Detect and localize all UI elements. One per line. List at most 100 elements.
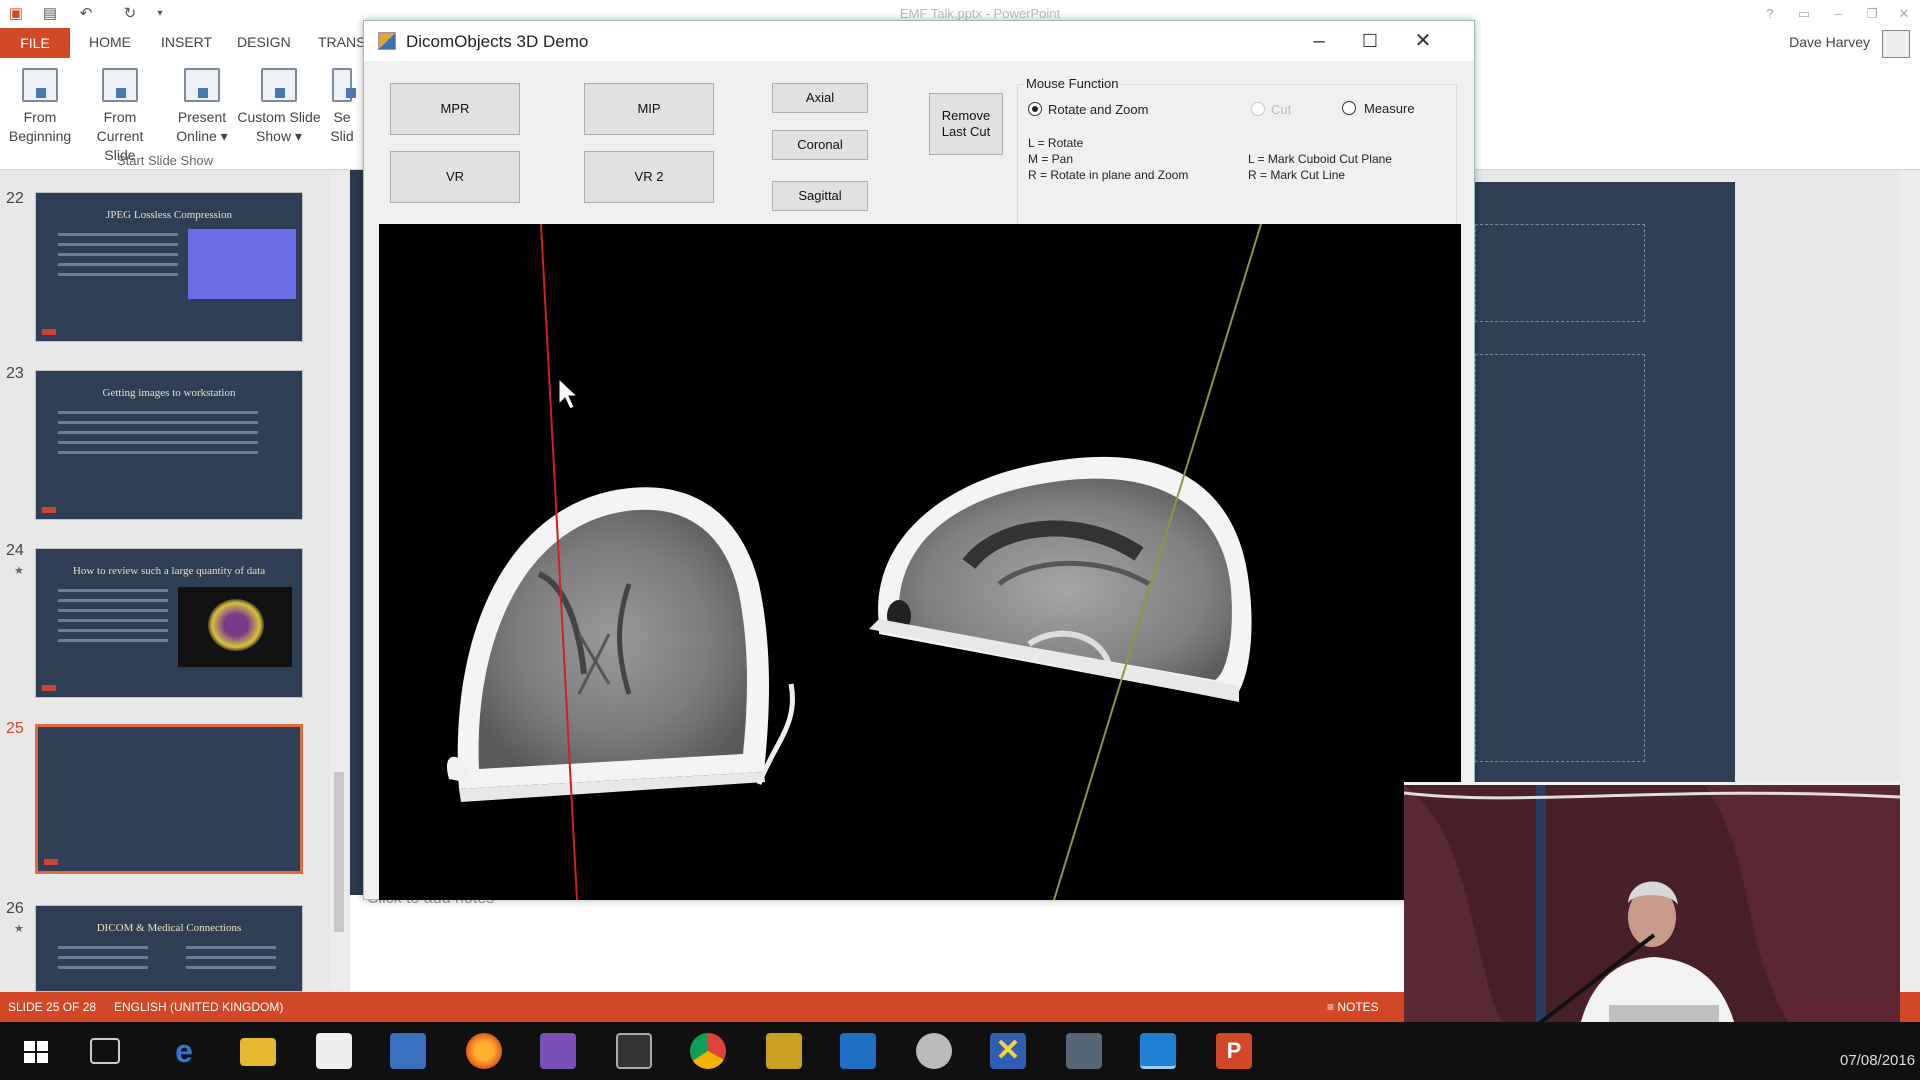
terminal-icon[interactable] — [616, 1033, 652, 1069]
tab-transitions[interactable]: TRANS — [318, 34, 365, 50]
present-online-button[interactable]: Present Online ▾ — [164, 68, 240, 146]
xmind-icon[interactable]: ✕ — [990, 1033, 1026, 1069]
slideshow-icon — [102, 68, 138, 102]
remove-last-cut-button[interactable]: Remove Last Cut — [929, 93, 1003, 155]
slide-thumbnail-25-selected[interactable] — [35, 724, 303, 874]
slide-scrollbar[interactable] — [1900, 170, 1920, 992]
ribbon-group-label: Start Slide Show — [116, 153, 214, 168]
visual-studio-icon[interactable] — [540, 1033, 576, 1069]
thumbnail-image — [178, 587, 292, 667]
rotate-zoom-radio[interactable] — [1028, 102, 1042, 116]
minimize-icon[interactable]: – — [1296, 27, 1342, 55]
notes-toggle-button[interactable]: ≡ NOTES — [1327, 1000, 1379, 1014]
dicom-window-title: DicomObjects 3D Demo — [406, 32, 589, 51]
windows-start-icon[interactable] — [18, 1033, 54, 1069]
user-avatar[interactable] — [1882, 30, 1910, 58]
cut-radio[interactable] — [1251, 102, 1265, 116]
minimize-icon[interactable]: – — [1826, 4, 1850, 24]
thumbnail-title: How to review such a large quantity of d… — [72, 565, 266, 577]
active-window-icon[interactable] — [1140, 1033, 1176, 1069]
tab-home[interactable]: HOME — [89, 34, 131, 50]
slide-thumbnail-23[interactable]: Getting images to workstation — [35, 370, 303, 520]
current-slide-canvas[interactable] — [1475, 182, 1735, 782]
notes-pane[interactable] — [350, 895, 1405, 992]
help-icon[interactable]: ? — [1758, 4, 1782, 24]
mpr-button[interactable]: MPR — [390, 83, 520, 135]
slide-thumbnail-22[interactable]: JPEG Lossless Compression — [35, 192, 303, 342]
outlook-icon[interactable] — [840, 1033, 876, 1069]
cut-label: Cut — [1271, 102, 1292, 117]
restore-icon[interactable]: ❐ — [1860, 4, 1884, 24]
powerpoint-taskbar-icon[interactable]: P — [1216, 1033, 1252, 1069]
tab-file[interactable]: FILE — [0, 28, 70, 58]
redo-icon[interactable]: ↻ — [120, 4, 140, 24]
set-up-slide-show-button[interactable]: Se Slid — [322, 68, 362, 146]
user-name[interactable]: Dave Harvey — [1789, 34, 1870, 50]
remote-desktop-icon[interactable] — [390, 1033, 426, 1069]
help-line: R = Mark Cut Line — [1248, 168, 1346, 182]
cut-mode-help: L = Mark Cuboid Cut Plane R = Mark Cut L… — [1248, 151, 1392, 183]
ribbon-display-options-icon[interactable]: ▭ — [1792, 4, 1816, 24]
vr2-button[interactable]: VR 2 — [584, 151, 714, 203]
mpr-3d-viewport[interactable] — [379, 224, 1461, 900]
notes-label: NOTES — [1337, 1000, 1379, 1014]
animation-star-icon: ★ — [14, 923, 24, 935]
slide-thumbnail-26[interactable]: DICOM & Medical Connections — [35, 905, 303, 992]
help-line: L = Rotate — [1028, 136, 1084, 150]
close-icon[interactable]: ✕ — [1400, 27, 1446, 55]
scrollbar-thumb[interactable] — [334, 772, 344, 932]
task-view-icon[interactable] — [90, 1038, 120, 1064]
dicom-app-icon — [378, 32, 396, 50]
close-icon[interactable]: ✕ — [1892, 4, 1916, 24]
save-icon[interactable]: ▤ — [40, 4, 60, 24]
thumbnail-scrollbar[interactable] — [330, 172, 348, 990]
from-beginning-button[interactable]: From Beginning — [2, 68, 78, 146]
rotate-zoom-label[interactable]: Rotate and Zoom — [1048, 102, 1148, 117]
language-indicator[interactable]: ENGLISH (UNITED KINGDOM) — [114, 1000, 283, 1014]
chrome-icon[interactable] — [690, 1033, 726, 1069]
custom-show-icon — [261, 68, 297, 102]
slide-thumbnail-24[interactable]: How to review such a large quantity of d… — [35, 548, 303, 698]
sagittal-button[interactable]: Sagittal — [772, 181, 868, 211]
button-label: Online ▾ — [176, 128, 228, 144]
edge-icon[interactable]: e — [166, 1033, 202, 1069]
taskbar-date[interactable]: 07/08/2016 — [1840, 1052, 1915, 1069]
tab-design[interactable]: DESIGN — [237, 34, 291, 50]
button-label: Show ▾ — [256, 128, 302, 144]
slide-number: 23 — [6, 365, 24, 382]
from-current-slide-button[interactable]: From Current Slide — [82, 68, 158, 165]
measure-radio[interactable] — [1342, 101, 1356, 115]
vr-button[interactable]: VR — [390, 151, 520, 203]
mouse-function-legend: Mouse Function — [1024, 76, 1121, 91]
content-placeholder[interactable] — [1475, 354, 1645, 762]
mip-button[interactable]: MIP — [584, 83, 714, 135]
file-explorer-icon[interactable] — [240, 1038, 276, 1066]
thumbnail-title: DICOM & Medical Connections — [96, 922, 242, 934]
coronal-button[interactable]: Coronal — [772, 130, 868, 160]
button-label: Last Cut — [941, 124, 991, 139]
axial-button[interactable]: Axial — [772, 83, 868, 113]
firefox-icon[interactable] — [466, 1033, 502, 1069]
maximize-icon[interactable]: ☐ — [1347, 27, 1393, 55]
ct-render-canvas[interactable] — [379, 224, 1461, 900]
customize-quick-access-icon[interactable]: ▾ — [150, 4, 170, 24]
slide-number: 25 — [6, 720, 24, 737]
measure-label[interactable]: Measure — [1364, 101, 1415, 116]
slide-number: 22 — [6, 190, 24, 207]
animation-star-icon: ★ — [14, 565, 24, 577]
custom-slide-show-button[interactable]: Custom Slide Show ▾ — [236, 68, 322, 146]
help-line: R = Rotate in plane and Zoom — [1028, 168, 1189, 182]
paint-icon[interactable] — [916, 1033, 952, 1069]
button-label: Remove — [941, 108, 991, 123]
network-app-icon[interactable] — [1066, 1033, 1102, 1069]
tab-insert[interactable]: INSERT — [161, 34, 212, 50]
store-icon[interactable] — [316, 1033, 352, 1069]
undo-icon[interactable]: ↶ — [76, 4, 96, 24]
thumbnail-logo — [42, 329, 56, 335]
slideshow-icon — [22, 68, 58, 102]
powerpoint-app-icon: ▣ — [8, 5, 24, 22]
setup-icon — [332, 68, 356, 102]
title-placeholder[interactable] — [1475, 224, 1645, 322]
thumbnail-title: JPEG Lossless Compression — [106, 209, 232, 221]
tools-icon[interactable] — [766, 1033, 802, 1069]
